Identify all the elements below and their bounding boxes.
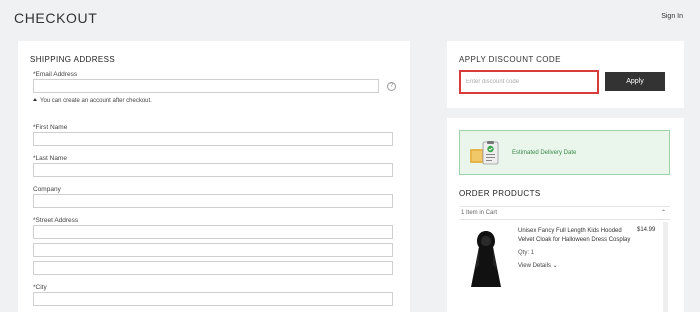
street-field-2[interactable] (33, 243, 393, 257)
view-details-label: View Details (518, 263, 551, 269)
sign-in-link[interactable]: Sign In (661, 13, 683, 20)
last-name-field[interactable] (33, 163, 393, 177)
view-details-toggle[interactable]: View Details ⌄ (518, 262, 558, 269)
discount-panel: APPLY DISCOUNT CODE Apply (447, 41, 684, 108)
discount-heading: APPLY DISCOUNT CODE (459, 55, 561, 64)
cloak-icon (471, 231, 501, 287)
order-heading: ORDER PRODUCTS (459, 189, 541, 198)
account-note-text: You can create an account after checkout… (40, 98, 152, 104)
city-field[interactable] (33, 292, 393, 306)
delivery-date-label: Estimated Delivery Date (512, 150, 577, 156)
discount-code-input[interactable] (459, 70, 599, 94)
page-title: CHECKOUT (14, 10, 98, 26)
product-qty: Qty: 1 (518, 250, 535, 256)
delivery-date-box: Estimated Delivery Date (459, 130, 670, 175)
chevron-down-icon: ⌄ (552, 263, 558, 269)
product-name: Unisex Fancy Full Length Kids Hooded Vel… (518, 228, 631, 243)
street-label: *Street Address (33, 217, 79, 224)
first-name-field[interactable] (33, 132, 393, 146)
street-field-3[interactable] (33, 261, 393, 275)
account-note[interactable]: You can create an account after checkout… (33, 98, 152, 104)
product-price: $14.99 (637, 227, 656, 233)
clipboard-check-icon (470, 141, 499, 165)
company-label: Company (33, 186, 61, 193)
product-image (461, 229, 511, 291)
shipping-heading: SHIPPING ADDRESS (30, 55, 116, 64)
cart-count: 1 Item in Cart (461, 210, 498, 216)
order-panel: Estimated Delivery Date ORDER PRODUCTS 1… (447, 118, 684, 312)
chevron-up-icon: ⌃ (660, 210, 666, 216)
email-field[interactable] (33, 79, 379, 93)
email-label: *Email Address (33, 71, 78, 78)
cart-summary-toggle[interactable]: 1 Item in Cart ⌃ (459, 206, 670, 220)
help-icon[interactable]: ? (387, 82, 396, 91)
first-name-label: *First Name (33, 124, 68, 131)
last-name-label: *Last Name (33, 155, 67, 162)
shipping-panel: SHIPPING ADDRESS *Email Address ? You ca… (18, 41, 410, 312)
scrollbar[interactable] (663, 222, 668, 312)
caret-up-icon (33, 98, 37, 101)
street-field-1[interactable] (33, 225, 393, 239)
company-field[interactable] (33, 194, 393, 208)
city-label: *City (33, 284, 47, 291)
apply-button[interactable]: Apply (605, 72, 665, 91)
